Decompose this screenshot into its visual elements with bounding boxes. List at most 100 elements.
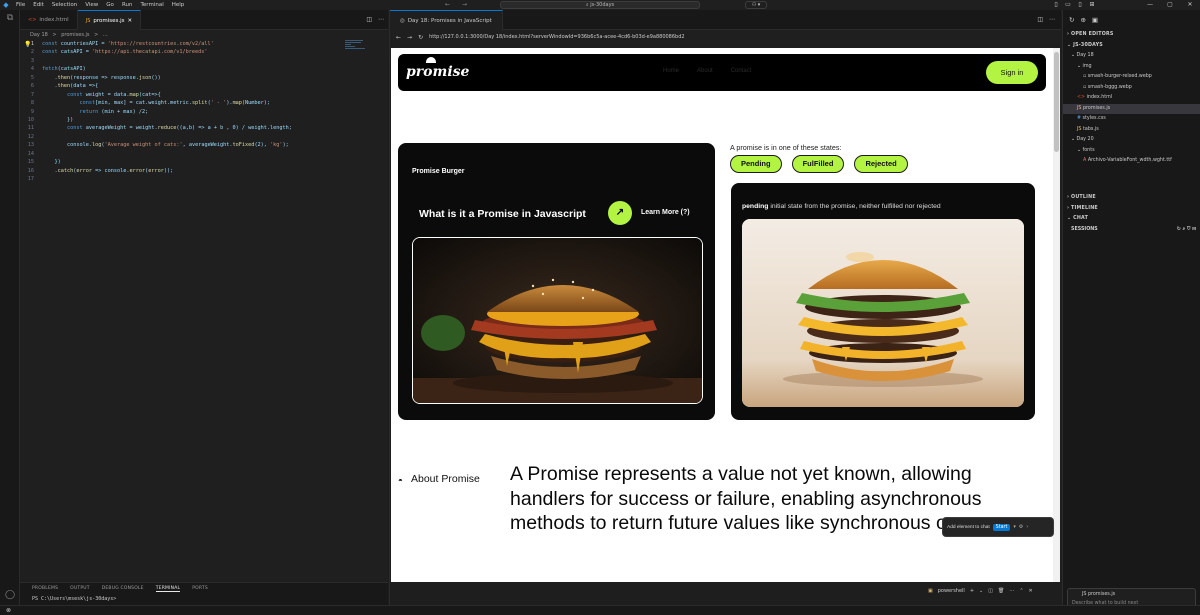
split-editor-icon[interactable]: ◫ (366, 10, 372, 30)
tree-item-day-20[interactable]: ⌄ Day 20 (1063, 135, 1200, 146)
tree-item-tabs-js[interactable]: JS tabs.js (1063, 125, 1200, 136)
code-line[interactable]: 15 }) (20, 158, 350, 166)
code-line[interactable]: 5 .then(response => response.json()) (20, 74, 350, 82)
tab-problems[interactable]: PROBLEMS (32, 586, 58, 591)
code-area[interactable]: 1 const countriesAPI = 'https://restcount… (20, 40, 350, 183)
back-arrow-icon[interactable]: ← (445, 1, 450, 8)
code-line[interactable]: 6 .then(data =>{ (20, 82, 350, 90)
explorer-icon[interactable]: ⧉ (0, 10, 20, 26)
project-section[interactable]: ⌄ JS-30DAYS (1063, 41, 1200, 52)
arrow-up-right-button[interactable]: ↗ (608, 201, 632, 225)
tree-item-img[interactable]: ⌄ img (1063, 62, 1200, 73)
code-line[interactable]: 2 const catsAPI = 'https://api.thecatapi.… (20, 48, 350, 56)
menu-help[interactable]: Help (168, 0, 189, 10)
tree-item-fonts[interactable]: ⌄ fonts (1063, 146, 1200, 157)
outline-section[interactable]: › OUTLINE (1063, 193, 1200, 204)
refresh-icon[interactable]: ↻ (1069, 16, 1074, 24)
customize-layout-icon[interactable]: ⊞ (1086, 0, 1098, 10)
site-logo[interactable]: promise (406, 57, 469, 80)
breadcrumb-folder[interactable]: Day 18 (30, 32, 48, 38)
tab-index-html[interactable]: <> index.html (20, 10, 78, 30)
menu-terminal[interactable]: Terminal (136, 0, 167, 10)
chevron-down-icon[interactable]: ⌄ (979, 588, 983, 594)
trash-icon[interactable]: 🗑 (998, 588, 1004, 594)
state-rejected-button[interactable]: Rejected (854, 155, 908, 173)
state-pending-button[interactable]: Pending (730, 155, 782, 173)
url-input[interactable]: http://127.0.0.1:3000/Day 18/index.html?… (429, 34, 684, 40)
code-line[interactable]: 14 (20, 150, 350, 158)
tab-debug-console[interactable]: DEBUG CONSOLE (102, 586, 144, 591)
code-line[interactable]: 1 const countriesAPI = 'https://restcount… (20, 40, 350, 48)
copilot-button[interactable]: ⚇ ▾ (745, 1, 767, 9)
forward-arrow-icon[interactable]: → (462, 1, 467, 8)
menu-run[interactable]: Run (118, 0, 137, 10)
signin-button[interactable]: Sign in (986, 61, 1038, 84)
sessions-row[interactable]: SESSIONS ↻ ⌕ ⛉ ⊟ (1063, 225, 1200, 235)
breadcrumb-file[interactable]: promises.js (61, 32, 89, 38)
chat-section[interactable]: ⌄ CHAT (1063, 214, 1200, 225)
nav-link-home[interactable]: Home (663, 68, 679, 74)
new-file-icon[interactable]: ⊕ (1080, 16, 1085, 24)
start-button[interactable]: Start (992, 523, 1011, 531)
state-fulfilled-button[interactable]: FulFilled (791, 155, 845, 173)
code-line[interactable]: 17 (20, 175, 350, 183)
code-line[interactable]: 3 (20, 57, 350, 65)
learn-more-link[interactable]: Learn More (?) (641, 209, 690, 216)
tree-item-day-18[interactable]: ⌄ Day 18 (1063, 51, 1200, 62)
more-actions-icon[interactable]: ⋯ (1009, 588, 1014, 594)
code-line[interactable]: 12 (20, 133, 350, 141)
back-arrow-icon[interactable]: ← (396, 34, 401, 41)
tree-item-styles-css[interactable]: # styles.css (1063, 114, 1200, 125)
chat-context-file[interactable]: JS promises.js (1068, 589, 1195, 597)
close-tab-icon[interactable]: ✕ (128, 18, 133, 24)
extension-icon[interactable]: ▣ (1092, 16, 1098, 24)
tab-output[interactable]: OUTPUT (70, 586, 90, 591)
menu-edit[interactable]: Edit (29, 0, 48, 10)
breadcrumb-symbol[interactable]: ... (103, 32, 108, 38)
tree-item-promises-js[interactable]: JS promises.js (1063, 103, 1200, 114)
toggle-panel-icon[interactable]: ▭ (1062, 0, 1074, 10)
collapse-icon[interactable]: ⊟ (1192, 227, 1196, 232)
tab-ports[interactable]: PORTS (192, 586, 208, 591)
new-terminal-icon[interactable]: + (970, 588, 974, 594)
terminal-name[interactable]: powershell (938, 588, 965, 594)
minimize-icon[interactable]: — (1140, 0, 1160, 10)
nav-link-about[interactable]: About (697, 68, 713, 74)
more-actions-icon[interactable]: ⋯ (1049, 10, 1055, 30)
minimap[interactable] (345, 40, 375, 60)
site-scrollbar[interactable] (1053, 48, 1060, 582)
code-line[interactable]: 9 return (min + max) /2; (20, 108, 350, 116)
tree-item-archivo-font[interactable]: A Archivo-VariableFont_wdth,wght.ttf (1063, 156, 1200, 167)
tab-browser-page[interactable]: ◎ Day 18: Promises in JavaScript (390, 10, 503, 30)
code-line[interactable]: 4 fetch(catsAPI) (20, 65, 350, 73)
code-line[interactable]: 16 .catch(error => console.error(error))… (20, 167, 350, 175)
code-line[interactable]: 13 console.log('Average weight of cats:'… (20, 141, 350, 149)
close-panel-icon[interactable]: ✕ (1029, 588, 1033, 594)
toggle-secondary-sidebar-icon[interactable]: ▯ (1074, 0, 1086, 10)
tree-item-smash-burger[interactable]: ▫ smash-burger-relxed.webp (1063, 72, 1200, 83)
timeline-section[interactable]: › TIMELINE (1063, 204, 1200, 215)
tree-item-smash-bggg[interactable]: ▫ smash-bggg.webp (1063, 83, 1200, 94)
start-dropdown-icon[interactable]: ▾ (1013, 524, 1016, 530)
toggle-primary-sidebar-icon[interactable]: ▯ (1050, 0, 1062, 10)
account-icon[interactable]: ◯ (0, 587, 20, 603)
menu-file[interactable]: File (12, 0, 29, 10)
menu-view[interactable]: View (81, 0, 102, 10)
reload-icon[interactable]: ↻ (418, 34, 423, 41)
split-terminal-icon[interactable]: ◫ (988, 588, 993, 594)
close-icon[interactable]: ✕ (1180, 0, 1200, 10)
code-line[interactable]: 7 const weight = data.map(cat=>{ (20, 91, 350, 99)
more-actions-icon[interactable]: ⋯ (378, 10, 384, 30)
remote-icon[interactable]: ⊗ (6, 606, 11, 615)
code-line[interactable]: 11 const averageWeight = weight.reduce((… (20, 124, 350, 132)
menu-go[interactable]: Go (102, 0, 118, 10)
menu-selection[interactable]: Selection (48, 0, 81, 10)
tab-terminal[interactable]: TERMINAL (155, 586, 181, 592)
terminal-prompt[interactable]: PS C:\Users\msesk\js-30days> (20, 594, 388, 604)
code-line[interactable]: 8 const[min, max] = cat.weight.metric.sp… (20, 99, 350, 107)
tab-promises-js[interactable]: JS promises.js ✕ (77, 10, 142, 30)
tree-item-index-html[interactable]: <> index.html (1063, 93, 1200, 104)
open-editors-section[interactable]: › OPEN EDITORS (1063, 30, 1200, 41)
maximize-icon[interactable]: ▢ (1160, 0, 1180, 10)
settings-icon[interactable]: ⚙ (1019, 524, 1023, 530)
